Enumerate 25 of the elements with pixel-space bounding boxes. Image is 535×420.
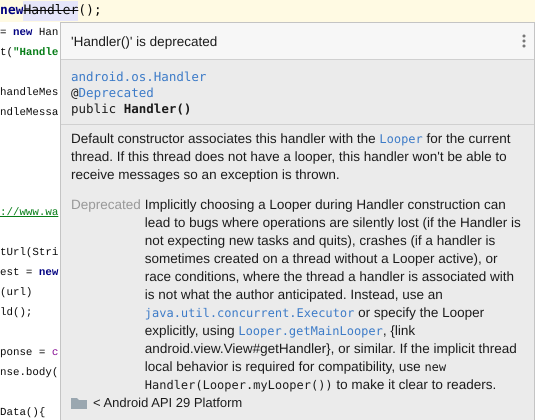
library-label: < Android API 29 Platform bbox=[93, 395, 242, 410]
signature-line: android.os.Handler bbox=[71, 69, 208, 85]
deprecated-label: Deprecated bbox=[71, 196, 141, 214]
more-icon[interactable] bbox=[522, 34, 526, 48]
code-line: nse.body( bbox=[0, 366, 58, 381]
deprecation-text: Implicitly choosing a Looper during Handler construction can lead to bugs where operations are silently lost (if the Handler is not expecting new tasks and quits), crashes (if a handler is sometimes created on a thread without a Looper active), or race conditions, where the thread a handler is associated with is not what the author anticipated. Instead, use an java.util.concurrent.Executor or specify the Looper explicitly, using Looper.getMainLooper, {link android.view.View#getHandler}, or similar. If the implicit thread local behavior is required for compatibility, use new Handler(Looper.myLooper()) to make it clear to readers. bbox=[144, 196, 522, 394]
folder-icon bbox=[71, 396, 87, 408]
code-line: = new Han bbox=[0, 26, 58, 41]
code-line: est = new bbox=[0, 266, 58, 281]
popup-title: 'Handler()' is deprecated bbox=[71, 34, 218, 48]
description-text: Default constructor associates this handler with the Looper for the current thread. If this thread does not have a looper, this handler won't be able to receive messages so an exception is thrown. bbox=[71, 130, 512, 184]
code-line: handleMes bbox=[0, 86, 58, 101]
code-line: ://www.wa bbox=[0, 206, 58, 221]
code-line: Data(){ bbox=[0, 406, 46, 420]
signature-line: @Deprecated bbox=[71, 85, 155, 101]
code-line: (url) bbox=[0, 286, 32, 301]
code-link[interactable]: Looper.getMainLooper bbox=[238, 324, 383, 338]
code-line: ndleMessa bbox=[0, 106, 58, 121]
code-link[interactable]: Looper bbox=[379, 132, 423, 146]
signature-line: public Handler() bbox=[71, 101, 192, 117]
code-line: tUrl(Stri bbox=[0, 246, 58, 261]
code-link[interactable]: java.util.concurrent.Executor bbox=[144, 306, 354, 320]
code-line: t("Handle bbox=[0, 46, 58, 61]
code-line: ponse = c bbox=[0, 346, 58, 361]
code-line: ld(); bbox=[0, 306, 32, 321]
